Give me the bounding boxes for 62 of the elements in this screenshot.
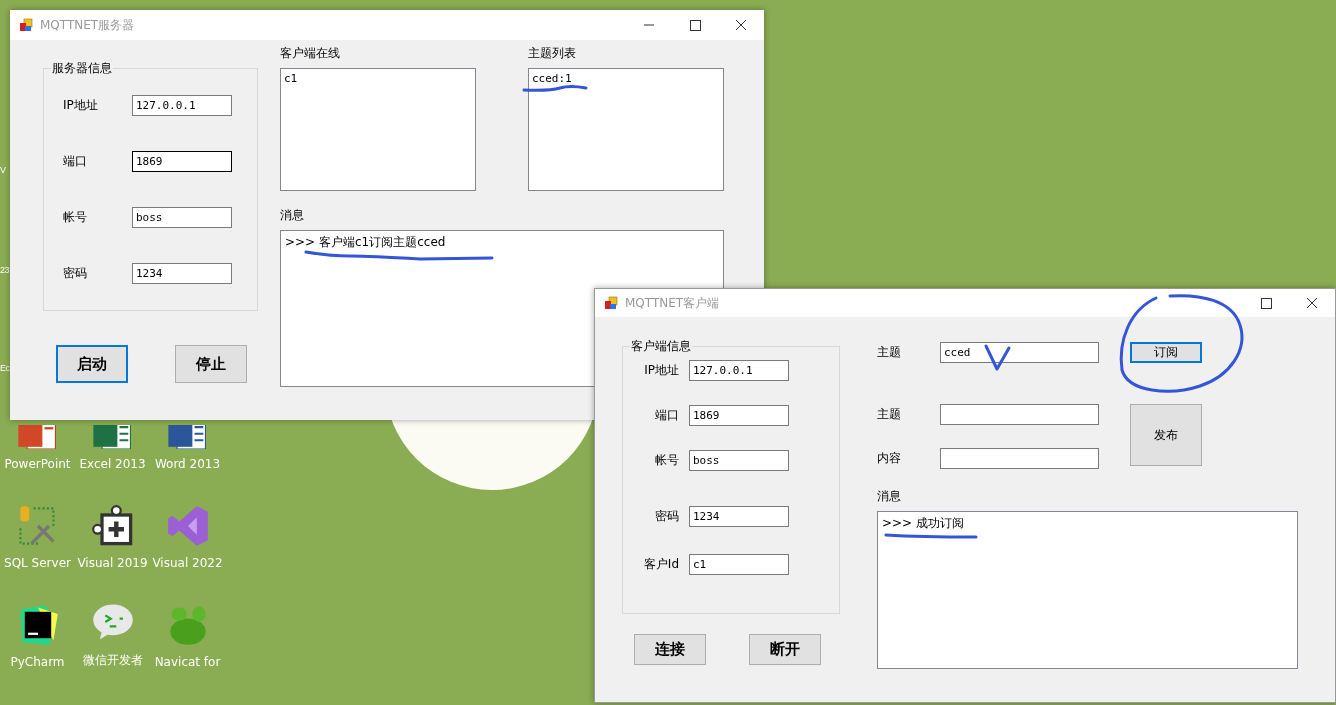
field-label: 帐号 (63, 209, 88, 226)
group-title: 客户端信息 (630, 338, 692, 355)
text-field[interactable]: 1234 (132, 263, 232, 284)
content-field[interactable] (940, 448, 1099, 469)
desktop-icon-label: PowerPoint (4, 457, 71, 471)
group-title: 服务器信息 (51, 60, 113, 77)
messages-label: 消息 (877, 488, 902, 505)
pen-underline (522, 85, 588, 92)
desktop-icon-label: Visual 2019 (77, 556, 148, 570)
text-field[interactable]: 1234 (689, 506, 789, 527)
text-field[interactable]: 1869 (132, 151, 232, 172)
field-label: IP地址 (63, 97, 99, 114)
desktop-icon-label: Navicat for (154, 655, 221, 669)
window-title: MQTTNET客户端 (625, 294, 720, 312)
desktop-icon-label: PyCharm (10, 655, 65, 669)
text-field[interactable]: boss (689, 450, 789, 471)
action-button[interactable]: 启动 (56, 345, 128, 383)
window-title: MQTTNET服务器 (40, 16, 135, 34)
text-field[interactable]: 127.0.0.1 (689, 360, 789, 381)
topic-list[interactable]: cced:1 (528, 68, 724, 191)
desktop-icon-label: 23 (0, 265, 9, 275)
field-label: 帐号 (655, 452, 679, 469)
desktop-icon-label: 微信开发者 (82, 652, 143, 669)
field-label: 端口 (655, 407, 679, 424)
field-label: 密码 (63, 265, 88, 282)
list-label: 客户端在线 (280, 45, 341, 62)
desktop-icon-label: Word 2013 (154, 457, 221, 471)
text-field[interactable]: 127.0.0.1 (132, 95, 232, 116)
list-item[interactable]: c1 (284, 72, 472, 85)
message-line: >>> 成功订阅 (882, 515, 964, 532)
app-icon (19, 18, 33, 32)
text-field[interactable]: c1 (689, 554, 789, 575)
action-button[interactable]: 断开 (749, 634, 821, 665)
field-label: 内容 (877, 450, 902, 467)
topic-field[interactable] (940, 404, 1099, 425)
action-button[interactable]: 连接 (634, 634, 706, 665)
desktop-icon-label: Visual 2022 (152, 556, 223, 570)
app-icon (604, 296, 618, 310)
messages-label: 消息 (280, 207, 305, 224)
text-field[interactable]: boss (132, 207, 232, 228)
field-label: 密码 (655, 508, 679, 525)
field-label: 主题 (877, 406, 902, 423)
message-box[interactable]: >>> 成功订阅 (877, 511, 1298, 669)
pen-check-mark (984, 344, 1011, 371)
desktop-icon-label: V (0, 165, 6, 175)
field-label: 客户Id (643, 556, 679, 573)
field-label: IP地址 (644, 362, 679, 379)
publish-button[interactable]: 发布 (1130, 404, 1202, 466)
desktop-icon-label: Ec (0, 363, 10, 373)
subscribe-button[interactable]: 订阅 (1130, 342, 1202, 363)
message-line: >>> 客户端c1订阅主题cced (285, 234, 446, 251)
text-field[interactable]: 1869 (689, 405, 789, 426)
action-button[interactable]: 停止 (175, 345, 247, 383)
list-item[interactable]: cced:1 (532, 72, 720, 85)
desktop-icon-label: SQL Server (4, 556, 71, 570)
client-list[interactable]: c1 (280, 68, 476, 191)
list-label: 主题列表 (528, 45, 577, 62)
field-label: 主题 (877, 344, 902, 361)
puzzle-plus-icon[interactable] (90, 504, 135, 548)
topic-field[interactable]: cced (940, 342, 1099, 363)
desktop-icon-label: Excel 2013 (79, 457, 146, 471)
field-label: 端口 (63, 153, 88, 170)
